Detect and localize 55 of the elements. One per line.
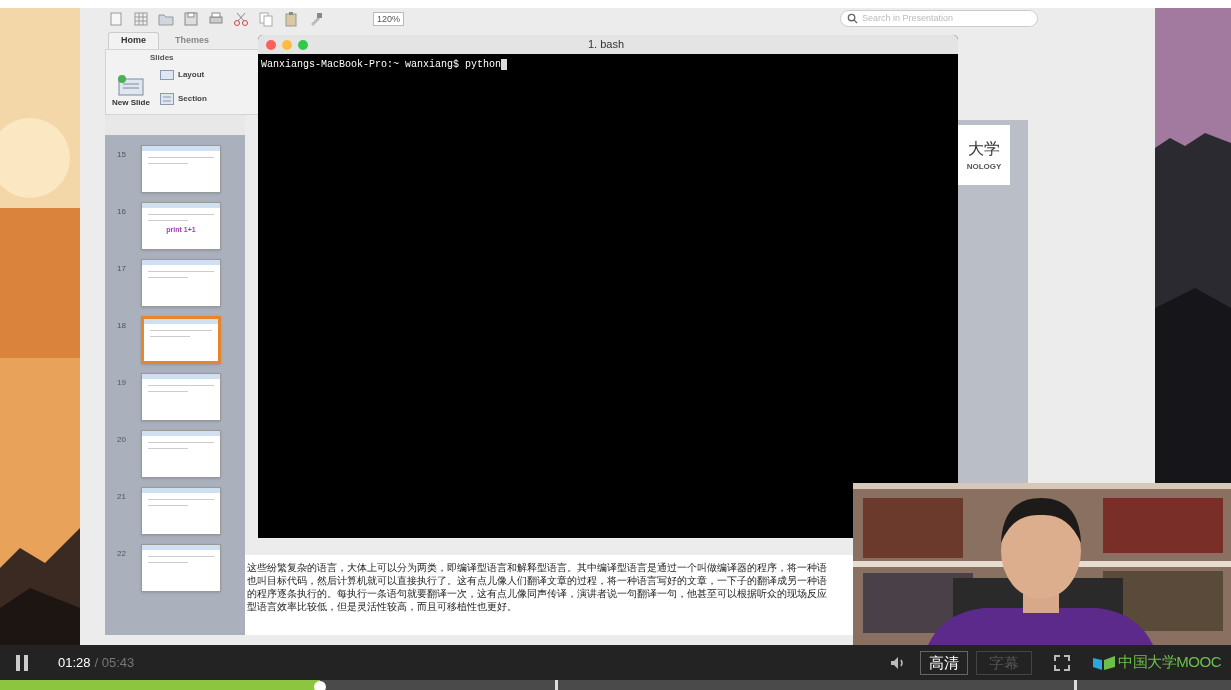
terminal-prompt: Wanxiangs-MacBook-Pro:~ wanxiang$ python — [261, 58, 502, 72]
slide-number: 17 — [117, 263, 127, 275]
zoom-field[interactable]: 120% — [373, 12, 405, 26]
slide-number: 20 — [117, 434, 127, 446]
section-icon — [160, 93, 174, 105]
ribbon-tab[interactable]: Home — [108, 32, 159, 49]
notes-line: 这些纷繁复杂的语言，大体上可以分为两类，即编译型语言和解释型语言。其中编译型语言是通过一个叫做编译器的程序，将一种语 — [247, 561, 828, 574]
fullscreen-icon[interactable] — [1054, 654, 1071, 671]
folder-icon[interactable] — [158, 11, 174, 27]
notes-line: 型语言效率比较低，但是灵活性较高，而且可移植性也更好。 — [247, 600, 518, 613]
scissors-icon[interactable] — [233, 11, 249, 27]
slide-thumbnail[interactable] — [141, 430, 221, 478]
slide-thumbnail[interactable] — [141, 373, 221, 421]
pause-icon[interactable] — [16, 654, 28, 671]
printer-icon[interactable] — [208, 11, 224, 27]
chapter-marker — [555, 680, 558, 690]
progress-track[interactable] — [0, 680, 1231, 690]
logo-icon — [1092, 654, 1117, 671]
slide-number: 21 — [117, 491, 127, 503]
player-logo-text: 中国大学MOOC — [1118, 652, 1221, 673]
slide-number: 22 — [117, 548, 127, 560]
slide-thumbnail[interactable] — [141, 487, 221, 535]
copy-icon[interactable] — [258, 11, 274, 27]
notes-line: 也叫目标代码，然后计算机就可以直接执行了。这有点儿像人们翻译文章的过程，将一种语言写好的文章，一下子的翻译成另一种语 — [247, 574, 828, 587]
terminal-title: 1. bash — [588, 37, 625, 53]
current-time: 01:28 — [58, 653, 91, 672]
quality-button[interactable]: 高清 — [920, 650, 969, 675]
notes-line: 的程序逐条执行的。每执行一条语句就要翻译一次，这有点儿像同声传译，演讲者说一句翻译一句，他甚至可以根据听众的现场反应 — [247, 587, 828, 600]
slide-number: 19 — [117, 377, 127, 389]
new-slide-button[interactable]: New Slide — [108, 65, 154, 109]
new-document-icon[interactable] — [108, 11, 124, 27]
clipboard-icon[interactable] — [283, 11, 299, 27]
progress-thumb[interactable] — [314, 681, 327, 690]
slide-layout-icon — [117, 75, 145, 97]
table-icon[interactable] — [133, 11, 149, 27]
duration: / 05:43 — [94, 653, 135, 672]
layout-button[interactable]: Layout — [160, 68, 205, 82]
slide-thumbnail[interactable] — [141, 316, 221, 364]
slide-number: 15 — [117, 149, 127, 161]
layout-icon — [160, 70, 174, 80]
slide-logo-text: 大学 — [968, 138, 1000, 160]
slide-number: 18 — [117, 320, 127, 332]
slide-logo-subtitle: NOLOGY — [966, 161, 1002, 173]
ribbon-group-label: Slides — [150, 52, 174, 64]
slide-thumbnail[interactable] — [141, 544, 221, 592]
chapter-marker — [1074, 680, 1077, 690]
section-button[interactable]: Section — [160, 92, 207, 106]
zoom-icon[interactable] — [298, 39, 308, 50]
slide-number: 16 — [117, 206, 127, 218]
slide-thumbnail[interactable] — [141, 145, 221, 193]
close-icon[interactable] — [266, 39, 276, 50]
save-icon[interactable] — [183, 11, 199, 27]
cursor — [501, 59, 508, 70]
search-icon — [847, 13, 858, 24]
slide-thumbnail[interactable] — [141, 259, 221, 307]
